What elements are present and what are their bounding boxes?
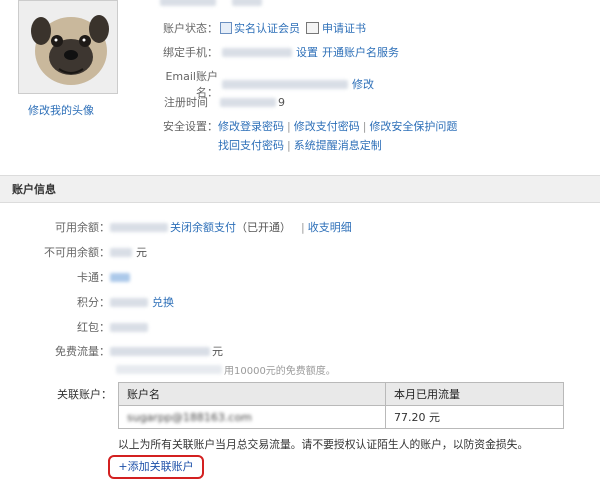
- add-linked-account-button[interactable]: +添加关联账户: [108, 455, 204, 479]
- recover-pay-password-link[interactable]: 找回支付密码: [218, 137, 284, 153]
- blurred-points: [110, 297, 148, 307]
- linked-accounts-label: 关联账户：: [57, 388, 112, 401]
- change-pay-password-link[interactable]: 修改支付密码: [294, 118, 360, 134]
- blurred-traffic: [110, 346, 210, 356]
- email-edit-link[interactable]: 修改: [352, 76, 374, 92]
- change-avatar-link[interactable]: 修改我的头像: [28, 102, 94, 118]
- traffic-unit: 元: [212, 345, 223, 358]
- profile-row-phone: 绑定手机： 设置 开通账户名服务: [148, 44, 399, 60]
- blurred-date: [220, 97, 276, 107]
- blurred-card-link[interactable]: [110, 272, 130, 282]
- card-row: 卡通：: [20, 269, 130, 285]
- regtime-tail: 9: [278, 95, 285, 109]
- blurred-text: [160, 0, 216, 6]
- blurred-amount: [110, 222, 168, 232]
- pug-photo: [19, 1, 117, 93]
- traffic-label: 免费流量：: [55, 345, 110, 358]
- redpacket-label: 红包：: [77, 321, 110, 334]
- redpacket-row: 红包：: [20, 319, 148, 335]
- blurred-note: [116, 365, 222, 374]
- phone-set-link[interactable]: 设置: [296, 44, 318, 60]
- section-header-bar: [0, 175, 600, 203]
- points-label: 积分：: [77, 296, 110, 309]
- column-header-account: 账户名: [118, 382, 386, 406]
- realname-member-link[interactable]: 实名认证会员: [234, 20, 300, 36]
- apply-certificate-link[interactable]: 申请证书: [322, 20, 366, 36]
- balance-label: 可用余额：: [55, 221, 110, 234]
- account-name-service-link[interactable]: 开通账户名服务: [322, 44, 399, 60]
- blurred-redpacket: [110, 322, 148, 332]
- redeem-points-link[interactable]: 兑换: [152, 294, 174, 310]
- verified-icon: [220, 22, 232, 34]
- linked-account-traffic: 77.20 元: [385, 405, 564, 429]
- unavailable-unit: 元: [136, 246, 147, 259]
- table-row: sugarpp@188163.com 77.20 元: [118, 405, 564, 429]
- blurred-text: [231, 0, 262, 6]
- traffic-row: 免费流量： 元 用10000元的免费额度。: [20, 343, 336, 377]
- linked-accounts-table: 账户名 本月已用流量 sugarpp@188163.com 77.20 元: [118, 382, 564, 429]
- linked-accounts-note: 以上为所有关联账户当月总交易流量。请不要授权认证陌生人的账户，以防资金损失。: [118, 438, 529, 451]
- certificate-icon: [306, 22, 319, 34]
- avatar[interactable]: [18, 0, 118, 94]
- profile-row-status: 账户状态： 实名认证会员 申请证书: [148, 20, 366, 36]
- status-label: 账户状态：: [163, 22, 218, 35]
- blurred-email: [222, 79, 348, 89]
- points-row: 积分： 兑换: [20, 294, 174, 310]
- disable-balance-pay-link[interactable]: 关闭余额支付: [170, 219, 236, 235]
- phone-label: 绑定手机：: [163, 46, 218, 59]
- security-label: 安全设置：: [163, 120, 218, 133]
- balance-status: （已开通）: [236, 221, 291, 234]
- blurred-phone: [222, 47, 292, 57]
- income-expense-detail-link[interactable]: 收支明细: [308, 219, 352, 235]
- balance-row: 可用余额： 关闭余额支付 （已开通） | 收支明细: [20, 219, 352, 235]
- profile-row-cut: [160, 0, 262, 7]
- profile-row-security: 安全设置： 修改登录密码 | 修改支付密码 | 修改安全保护问题 找回支付密码 …: [148, 118, 457, 153]
- linked-account-name: sugarpp@188163.com: [118, 405, 386, 429]
- notification-settings-link[interactable]: 系统提醒消息定制: [294, 137, 382, 153]
- regtime-label: 注册时间: [164, 96, 208, 109]
- unavailable-balance-row: 不可用余额： 元: [20, 244, 147, 260]
- blurred-amount: [110, 247, 132, 257]
- change-login-password-link[interactable]: 修改登录密码: [218, 118, 284, 134]
- change-security-question-link[interactable]: 修改安全保护问题: [369, 118, 457, 134]
- profile-row-regtime: 注册时间 9: [148, 94, 285, 110]
- unavailable-label: 不可用余额：: [44, 246, 110, 259]
- card-label: 卡通：: [77, 271, 110, 284]
- section-title: 账户信息: [12, 183, 56, 196]
- column-header-traffic: 本月已用流量: [385, 382, 564, 406]
- table-header-row: 账户名 本月已用流量: [118, 382, 564, 406]
- traffic-note: 用10000元的免费额度。: [224, 366, 336, 377]
